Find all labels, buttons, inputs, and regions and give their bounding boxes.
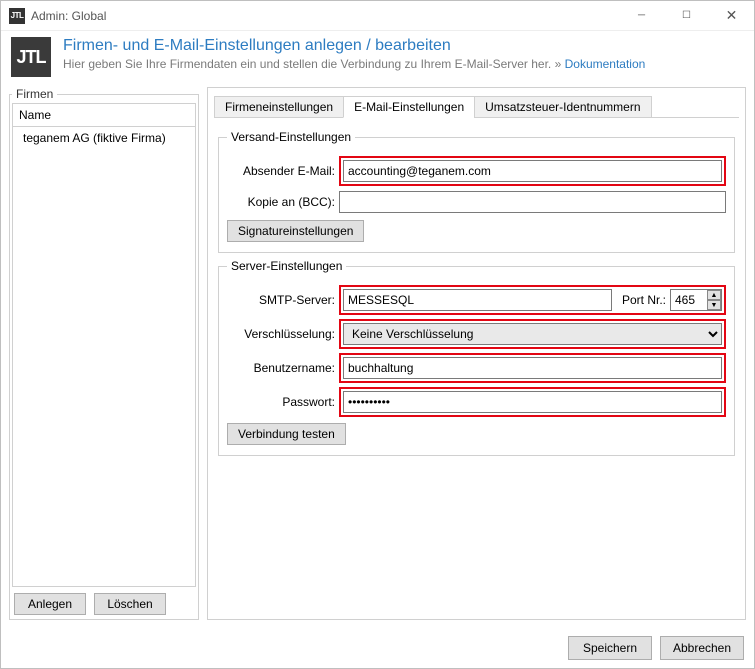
port-spin-down[interactable]: ▼ xyxy=(707,300,721,310)
sidebar-group: Firmen Name teganem AG (fiktive Firma) A… xyxy=(9,87,199,620)
signature-settings-button[interactable]: Signatureinstellungen xyxy=(227,220,364,242)
username-input[interactable] xyxy=(343,357,722,379)
bcc-label: Kopie an (BCC): xyxy=(227,195,339,209)
smtp-server-input[interactable] xyxy=(343,289,612,311)
column-header-name[interactable]: Name xyxy=(12,103,196,127)
add-button[interactable]: Anlegen xyxy=(14,593,86,615)
tab-pane-email: Versand-Einstellungen Absender E-Mail: K… xyxy=(214,118,739,613)
tab-bar: Firmeneinstellungen E-Mail-Einstellungen… xyxy=(214,94,739,118)
main-panel: Firmeneinstellungen E-Mail-Einstellungen… xyxy=(207,87,746,620)
tab-email-einstellungen[interactable]: E-Mail-Einstellungen xyxy=(343,96,475,118)
page-title: Firmen- und E-Mail-Einstellungen anlegen… xyxy=(63,37,645,55)
test-connection-button[interactable]: Verbindung testen xyxy=(227,423,346,445)
versand-legend: Versand-Einstellungen xyxy=(227,130,355,144)
footer: Speichern Abbrechen xyxy=(1,628,754,668)
tab-firmeneinstellungen[interactable]: Firmeneinstellungen xyxy=(214,96,344,118)
window-title: Admin: Global xyxy=(31,9,619,23)
password-label: Passwort: xyxy=(227,395,339,409)
encryption-label: Verschlüsselung: xyxy=(227,327,339,341)
cancel-button[interactable]: Abbrechen xyxy=(660,636,744,660)
titlebar: JTL Admin: Global ─ ☐ ✕ xyxy=(1,1,754,31)
sender-email-label: Absender E-Mail: xyxy=(227,164,339,178)
logo-icon: JTL xyxy=(11,37,51,77)
save-button[interactable]: Speichern xyxy=(568,636,652,660)
bcc-input[interactable] xyxy=(339,191,726,213)
maximize-button[interactable]: ☐ xyxy=(664,1,709,30)
versand-group: Versand-Einstellungen Absender E-Mail: K… xyxy=(218,130,735,253)
close-button[interactable]: ✕ xyxy=(709,1,754,30)
server-group: Server-Einstellungen SMTP-Server: Port N… xyxy=(218,259,735,456)
tab-ust-id[interactable]: Umsatzsteuer-Identnummern xyxy=(474,96,651,118)
delete-button[interactable]: Löschen xyxy=(94,593,166,615)
header: JTL Firmen- und E-Mail-Einstellungen anl… xyxy=(1,31,754,87)
server-legend: Server-Einstellungen xyxy=(227,259,346,273)
sidebar: Firmen Name teganem AG (fiktive Firma) A… xyxy=(9,87,199,620)
port-label: Port Nr.: xyxy=(616,293,666,307)
username-label: Benutzername: xyxy=(227,361,339,375)
port-spin-up[interactable]: ▲ xyxy=(707,290,721,300)
sender-email-input[interactable] xyxy=(343,160,722,182)
window: JTL Admin: Global ─ ☐ ✕ JTL Firmen- und … xyxy=(0,0,755,669)
smtp-label: SMTP-Server: xyxy=(227,293,339,307)
minimize-button[interactable]: ─ xyxy=(619,1,664,30)
page-subtitle: Hier geben Sie Ihre Firmendaten ein und … xyxy=(63,57,645,71)
documentation-link[interactable]: Dokumentation xyxy=(565,57,646,71)
sidebar-legend: Firmen xyxy=(12,87,57,101)
list-item[interactable]: teganem AG (fiktive Firma) xyxy=(13,127,195,149)
company-list[interactable]: teganem AG (fiktive Firma) xyxy=(12,127,196,587)
encryption-select[interactable]: Keine Verschlüsselung xyxy=(343,323,722,345)
password-input[interactable] xyxy=(343,391,722,413)
app-icon: JTL xyxy=(9,8,25,24)
